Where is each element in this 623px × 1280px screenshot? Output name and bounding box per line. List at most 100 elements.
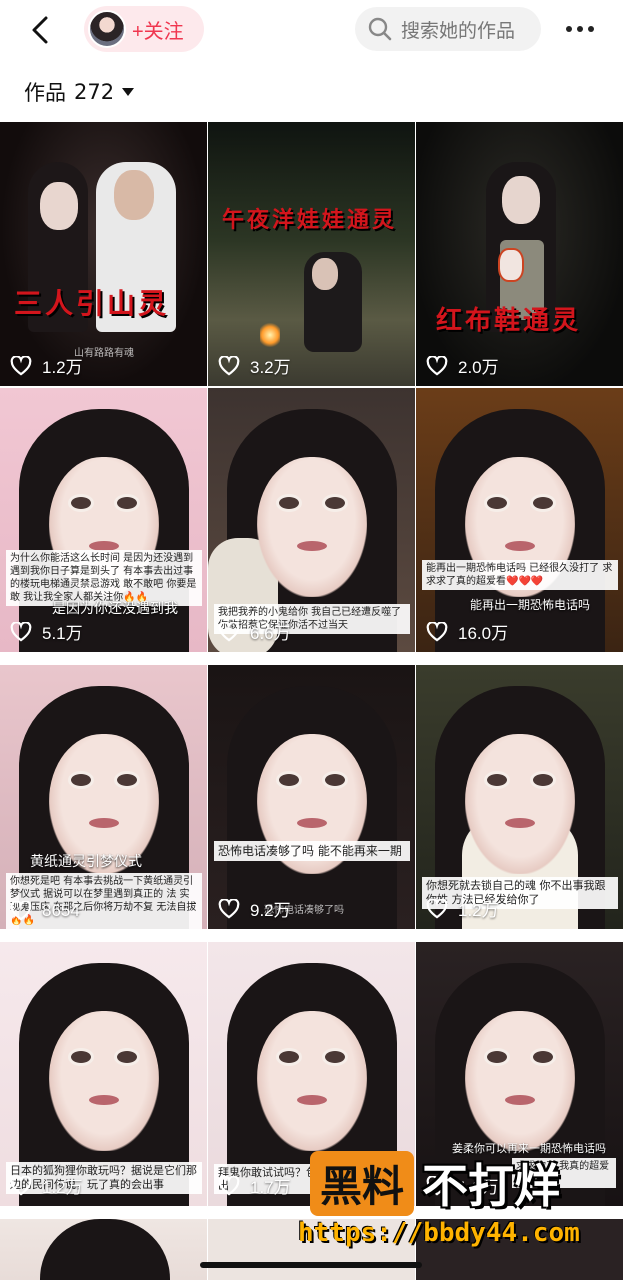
tile-overlay: 黄纸通灵引梦仪式 (30, 854, 142, 870)
search-placeholder[interactable]: 搜索她的作品 (401, 16, 515, 43)
video-tile[interactable]: 为什么你能活这么长时间 是因为还没遇到 遇到我你日子算是到头了 有本事去出过事的… (0, 388, 207, 652)
eye (484, 770, 510, 789)
heart-icon (218, 898, 240, 919)
tile-caption: 恐怖电话凑够了吗 能不能再来一期 (214, 841, 410, 861)
eye (114, 493, 140, 512)
eye (530, 493, 556, 512)
video-tile[interactable]: 午夜洋娃娃通灵 3.2万 (208, 122, 415, 386)
lip (504, 541, 535, 552)
heart-icon (10, 901, 32, 921)
like-count: 8654 (10, 901, 80, 921)
eye (276, 493, 302, 512)
face (464, 733, 575, 874)
watermark-text: 不打烊 (422, 1159, 561, 1213)
like-count: 5.1万 (10, 619, 83, 644)
tile-title: 红布鞋通灵 (436, 306, 582, 336)
video-tile[interactable]: 我把我养的小鬼给你 我自己已经遭反噬了 你敢招惹它保证你活不过当天 6.6万 (208, 388, 415, 652)
heart-icon (426, 621, 448, 642)
more-options-button[interactable] (560, 14, 600, 44)
follow-button[interactable]: +关注 (132, 15, 184, 44)
tile-watermark: 山有路路有魂 (74, 348, 134, 359)
heart-icon (218, 1175, 240, 1196)
like-count-value: 2.0万 (458, 358, 499, 377)
eye (68, 770, 94, 789)
search-bar[interactable]: 搜索她的作品 (355, 7, 541, 51)
like-count: 2.0万 (426, 353, 499, 378)
video-tile[interactable]: 三人引山灵 山有路路有魂 1.2万 (0, 122, 207, 386)
like-count-value: 1.2万 (458, 901, 499, 920)
like-count: 1.7万 (218, 1173, 291, 1198)
lip (504, 818, 535, 829)
eye (114, 1047, 140, 1066)
tile-caption: 能再出一期恐怖电话吗 已经很久没打了 求求求了真的超爱看❤️❤️❤️ (422, 560, 618, 590)
heart-icon (426, 898, 448, 919)
face (256, 456, 367, 597)
back-button[interactable] (22, 12, 58, 48)
like-count-value: 3.2万 (250, 358, 291, 377)
like-count-value: 1.2万 (42, 358, 83, 377)
video-tile[interactable]: 黄纸通灵引梦仪式 你想死是吧 有本事去挑战一下黄纸通灵引梦仪式 据说可以在梦里遇… (0, 665, 207, 929)
video-tile[interactable]: 日本的狐狗狸你敢玩吗？据说是它们那边的民间传说，玩了真的会出事 1.2万 (0, 942, 207, 1206)
like-count-value: 5.1万 (42, 624, 83, 643)
video-tile[interactable]: 红布鞋通灵 2.0万 (416, 122, 623, 386)
eye (276, 1047, 302, 1066)
eye (322, 770, 348, 789)
dot-icon (566, 26, 572, 32)
brand-watermark: 黑料 不打烊 (310, 1150, 560, 1216)
like-count: 3.2万 (218, 353, 291, 378)
like-count-value: 1.7万 (250, 1178, 291, 1197)
eye (68, 1047, 94, 1066)
video-tile[interactable]: 你想死就去锁自己的魂 你不出事我跟你姓 方法已经发给你了 1.2万 (416, 665, 623, 929)
heart-icon (426, 355, 448, 376)
watermark-url: https://bbdy44.com (298, 1218, 580, 1248)
like-count: 1.2万 (10, 353, 83, 378)
avatar[interactable] (88, 10, 126, 48)
like-count-value: 1.2万 (42, 1178, 83, 1197)
caret-down-icon (122, 88, 135, 96)
like-count: 1.2万 (426, 896, 499, 921)
lip (88, 1095, 119, 1106)
follow-pill[interactable]: +关注 (84, 6, 204, 52)
eye (484, 493, 510, 512)
eye (322, 1047, 348, 1066)
tile-overlay: 是因为你还没遇到我 (52, 601, 178, 617)
works-filter[interactable]: 作品 272 (24, 76, 135, 108)
video-tile[interactable] (0, 1219, 207, 1280)
lip (296, 541, 327, 552)
heart-icon (10, 1175, 32, 1196)
home-indicator[interactable] (200, 1262, 422, 1268)
like-count-value: 16.0万 (458, 624, 509, 643)
lip (296, 1095, 327, 1106)
lip (296, 818, 327, 829)
heart-icon (10, 355, 32, 376)
eye (68, 493, 94, 512)
eye (530, 770, 556, 789)
eye (530, 1047, 556, 1066)
heart-icon (218, 621, 240, 642)
works-count: 272 (74, 80, 115, 104)
face (464, 1010, 575, 1151)
top-bar: +关注 搜索她的作品 (0, 0, 623, 60)
tile-title: 午夜洋娃娃通灵 (222, 207, 398, 233)
dot-icon (588, 26, 594, 32)
eye (114, 770, 140, 789)
works-label: 作品 (24, 81, 66, 105)
lip (88, 818, 119, 829)
like-count: 6.6万 (218, 619, 291, 644)
like-count: 9.2万 (218, 896, 291, 921)
eye (484, 1047, 510, 1066)
watermark-badge: 黑料 (310, 1150, 415, 1216)
like-count: 1.2万 (10, 1173, 83, 1198)
like-count: 16.0万 (426, 619, 508, 644)
face (48, 1010, 159, 1151)
face (256, 1010, 367, 1151)
search-icon (368, 17, 392, 41)
video-tile[interactable]: 能再出一期恐怖电话吗 已经很久没打了 求求求了真的超爱看❤️❤️❤️ 能再出一期… (416, 388, 623, 652)
heart-icon (10, 621, 32, 642)
tile-overlay: 能再出一期恐怖电话吗 (470, 598, 591, 612)
eye (276, 770, 302, 789)
like-count-value: 9.2万 (250, 901, 291, 920)
like-count-value: 8654 (42, 901, 80, 920)
chevron-left-icon (32, 16, 48, 44)
video-tile[interactable]: 恐怖电话凑够了吗 能不能再来一期 恐怖电话凑够了吗 9.2万 (208, 665, 415, 929)
